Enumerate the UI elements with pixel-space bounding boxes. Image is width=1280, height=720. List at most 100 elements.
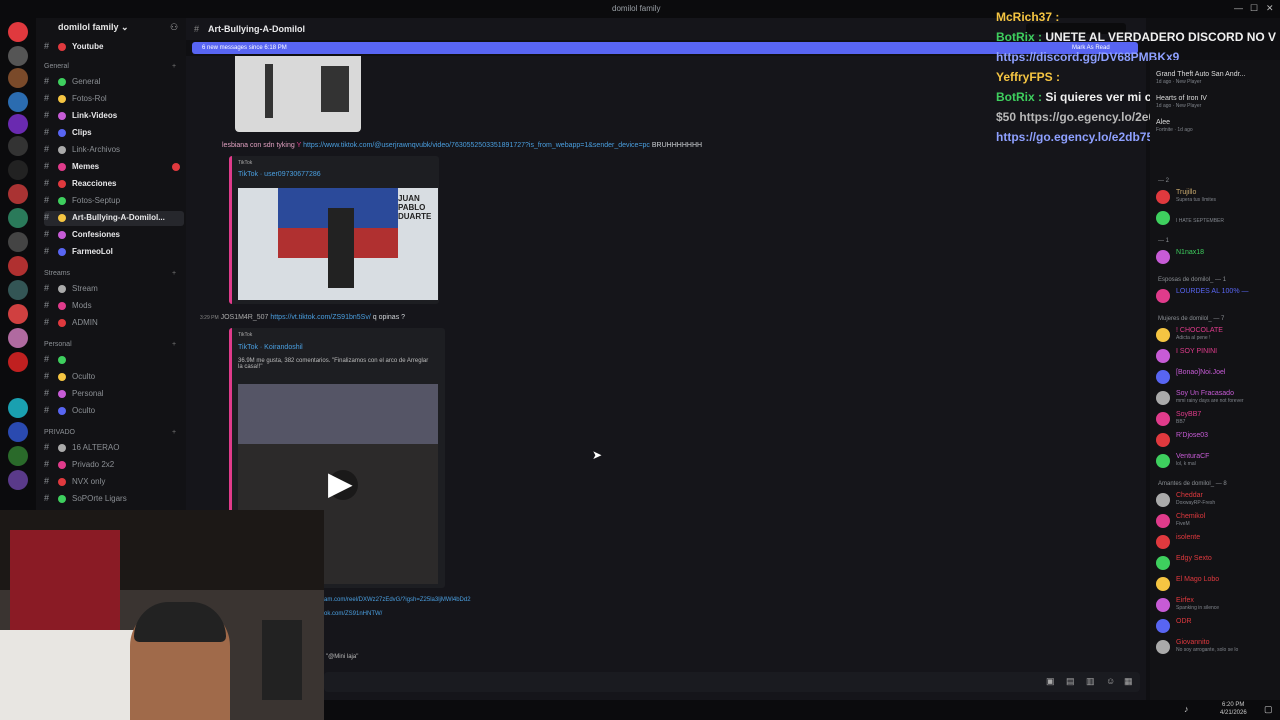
channel-item[interactable]: # Memes [44,160,184,175]
apps-icon[interactable]: ▦ [1124,676,1133,687]
add-channel-icon[interactable]: + [172,63,176,70]
message-composer[interactable]: ▣ ▤ ▥ ☺ ▦ [324,672,1140,692]
channel-item[interactable]: # FarmeoLol [44,245,184,260]
server-icon[interactable] [8,256,28,276]
member-name: R'Djose03 [1176,432,1209,439]
avatar [1156,289,1170,303]
gift-icon[interactable]: ▣ [1046,676,1055,687]
message-link[interactable]: am.com/reel/DXWz27zEdvG/?igsh=Z25la3ljMW… [324,597,471,603]
server-name[interactable]: domilol family ⌄ [58,22,129,33]
server-icon[interactable] [8,470,28,490]
server-icon[interactable] [8,304,28,324]
message-author[interactable]: lesbiana con sdn tyking [222,142,295,149]
add-friend-icon[interactable]: ⚇ [170,22,178,33]
channel-item[interactable]: # Confesiones [44,228,184,243]
hash-icon: # [44,246,50,256]
volume-icon[interactable]: ♪ [1184,704,1189,714]
channel-item[interactable]: # ADMIN [44,316,184,331]
add-channel-icon[interactable]: + [172,270,176,277]
channel-item[interactable]: # Privado 2x2 [44,458,184,473]
member-item[interactable]: Chemikol FiveM [1156,512,1280,530]
avatar [1156,349,1170,363]
clock-date: 4/21/2026 [1220,710,1247,716]
channel-item[interactable]: # Fotos-Septup [44,194,184,209]
member-item[interactable]: Giovannito No soy arrogante, solo se lo [1156,638,1280,656]
server-icon[interactable] [8,136,28,156]
channel-item[interactable]: # Personal [44,387,184,402]
member-item[interactable]: VenturaCF lol, k mal [1156,452,1280,470]
server-icon[interactable] [8,208,28,228]
member-item[interactable]: [Bonao]Noi.Joel [1156,368,1280,386]
member-item[interactable]: ! CHOCOLATE Adicta al pene ! [1156,326,1280,344]
member-item[interactable]: I HATE SEPTEMBER [1156,209,1280,227]
channel-item[interactable]: # SoPOrte Ligars [44,492,184,507]
member-item[interactable]: N1nax18 [1156,248,1280,266]
message-link[interactable]: ok.com/ZS91nHNTW/ [324,611,382,617]
server-icon[interactable] [8,352,28,372]
activity-card[interactable]: Alee Fortnite · 1d ago [1156,118,1280,136]
play-icon[interactable]: ▶ [328,464,353,502]
channel-item[interactable]: # Reacciones [44,177,184,192]
channel-item[interactable]: # [44,353,184,368]
server-icon[interactable] [8,160,28,180]
message-link[interactable]: https://vt.tiktok.com/ZS91bn5Sv/ [270,314,370,321]
server-icon[interactable] [8,446,28,466]
member-item[interactable]: Edgy Sexto [1156,554,1280,572]
channel-item[interactable]: # Stream [44,282,184,297]
member-item[interactable]: Eirfex Spanking in silence [1156,596,1280,614]
channel-item[interactable]: # Oculto [44,404,184,419]
embed-image[interactable] [235,56,361,132]
embed-title[interactable]: TikTok · user09730677286 [238,171,321,178]
server-icon[interactable] [8,422,28,442]
member-item[interactable]: ODR [1156,617,1280,635]
add-channel-icon[interactable]: + [172,341,176,348]
server-icon[interactable] [8,398,28,418]
channel-item[interactable]: # Art-Bullying-A-Domilol... [44,211,184,226]
channel-category[interactable]: General + [44,63,176,70]
member-item[interactable]: El Mago Lobo [1156,575,1280,593]
channel-item[interactable]: # NVX only [44,475,184,490]
message-author[interactable]: JOS1M4R_507 [221,314,269,321]
activity-card[interactable]: Hearts of Iron IV 1d ago · New Player [1156,94,1280,112]
channel-category[interactable]: Personal + [44,341,176,348]
message-link[interactable]: https://www.tiktok.com/@userjrawnqvubk/v… [303,142,650,149]
channel-item[interactable]: # Oculto [44,370,184,385]
member-item[interactable]: LOURDES AL 100% — [1156,287,1280,305]
channel-item[interactable]: # Fotos-Rol [44,92,184,107]
member-item[interactable]: isolente [1156,533,1280,551]
server-icon[interactable] [8,114,28,134]
member-item[interactable]: Trujillo Supera tus límites [1156,188,1280,206]
server-icon[interactable] [8,232,28,252]
embed-title[interactable]: TikTok · Koirandoshil [238,344,303,351]
member-name: Cheddar [1176,492,1203,499]
channel-item[interactable]: # Clips [44,126,184,141]
emoji-icon[interactable]: ☺ [1106,676,1115,686]
server-icon[interactable] [8,92,28,112]
channel-category[interactable]: Streams + [44,270,176,277]
gif-icon[interactable]: ▤ [1066,676,1075,687]
server-icon[interactable] [8,328,28,348]
add-channel-icon[interactable]: + [172,429,176,436]
channel-item[interactable]: # Link-Archivos [44,143,184,158]
channel-label: Link-Videos [72,111,118,120]
channel-item[interactable]: #16 ALTERAO [44,441,184,456]
member-item[interactable]: I SOY PININI [1156,347,1280,365]
channel-category[interactable]: PRIVADO + [44,429,176,436]
activity-card[interactable]: Grand Theft Auto San Andr... 1d ago · New… [1156,70,1280,88]
member-item[interactable]: SoyBB7 BB7 [1156,410,1280,428]
server-icon[interactable] [8,184,28,204]
server-icon[interactable] [8,68,28,88]
embed-thumbnail[interactable]: JUAN PABLO DUARTE [238,188,438,300]
channel-item[interactable]: # General [44,75,184,90]
channel-item[interactable]: # Youtube [44,40,184,55]
server-icon[interactable] [8,46,28,66]
channel-item[interactable]: # Link-Videos [44,109,184,124]
server-icon[interactable] [8,22,28,42]
channel-item[interactable]: # Mods [44,299,184,314]
member-item[interactable]: Cheddar DoxwayRP-Fresh [1156,491,1280,509]
sticker-icon[interactable]: ▥ [1086,676,1095,687]
notification-icon[interactable]: ▢ [1264,704,1273,715]
server-icon[interactable] [8,280,28,300]
member-item[interactable]: R'Djose03 [1156,431,1280,449]
member-item[interactable]: Soy Un Fracasado mmi rainy days are not f… [1156,389,1280,407]
